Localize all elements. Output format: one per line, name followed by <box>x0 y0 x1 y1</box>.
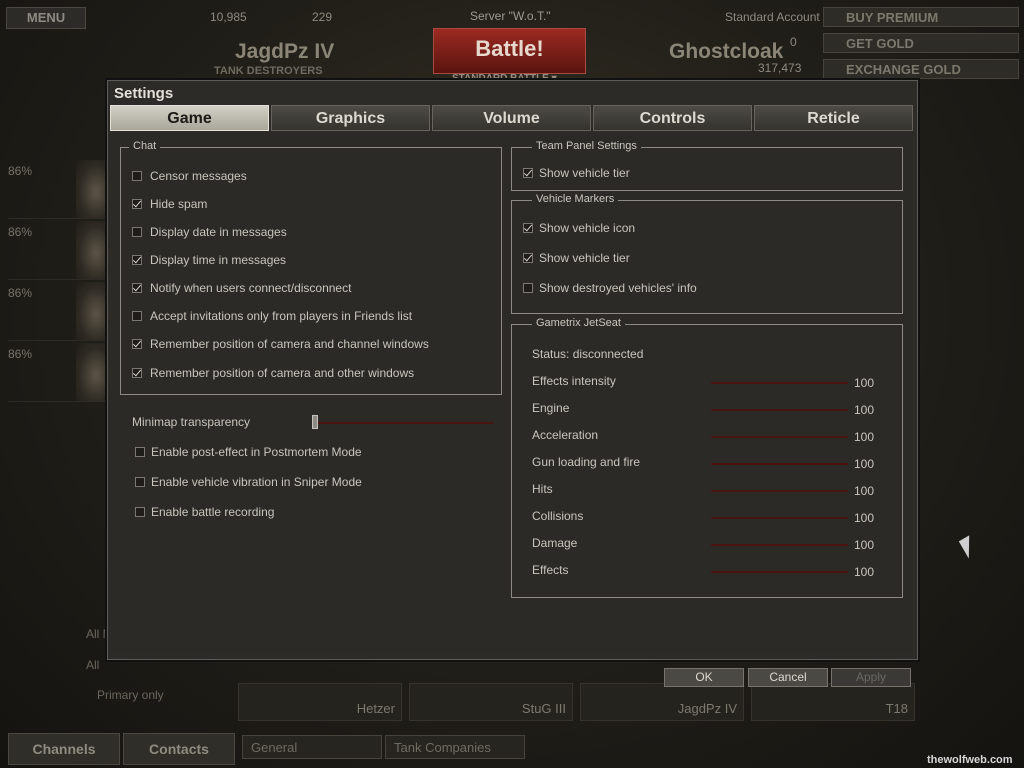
jetseat-slider-label: Damage <box>532 536 578 550</box>
jetseat-slider-label: Collisions <box>532 509 584 523</box>
jetseat-slider[interactable] <box>711 463 848 465</box>
jetseat-slider[interactable] <box>711 571 848 573</box>
tab-graphics[interactable]: Graphics <box>271 105 430 131</box>
jetseat-slider-value: 100 <box>854 457 875 471</box>
carousel-tank[interactable]: JagdPz IV <box>580 683 744 721</box>
jetseat-group-label: Gametrix JetSeat <box>532 317 625 329</box>
watermark: thewolfweb.com <box>927 754 1013 766</box>
apply-button[interactable]: Apply <box>831 668 911 687</box>
crew-member[interactable]: 86% <box>8 221 116 280</box>
vehicle-markers-group: Vehicle Markers Show vehicle icon Show v… <box>511 193 903 314</box>
settings-tabs: Game Graphics Volume Controls Reticle <box>110 105 915 131</box>
sniper-vibration-checkbox[interactable] <box>135 477 145 487</box>
chat-group: Chat Censor messages Hide spam Display d… <box>120 140 502 395</box>
crew-member[interactable]: 86% <box>8 282 116 341</box>
jetseat-slider-label: Effects <box>532 563 569 577</box>
crew-member[interactable]: 86% <box>8 343 116 402</box>
jetseat-slider[interactable] <box>711 382 848 384</box>
server-label: Server "W.o.T." <box>470 9 551 23</box>
jetseat-slider-value: 100 <box>854 430 875 444</box>
censor-messages-checkbox[interactable] <box>132 171 142 181</box>
dialog-title: Settings <box>114 85 174 102</box>
tank-name: JagdPz IV <box>235 40 335 63</box>
silver-amount: 317,473 <box>758 61 802 75</box>
tab-volume[interactable]: Volume <box>432 105 591 131</box>
notify-connect-checkbox[interactable] <box>132 283 142 293</box>
channels-button[interactable]: Channels <box>8 733 120 765</box>
show-vehicle-icon-checkbox[interactable] <box>523 223 533 233</box>
buy-premium-button[interactable]: BUY PREMIUM <box>823 7 1019 27</box>
jetseat-slider-value: 100 <box>854 565 875 579</box>
menu-button[interactable]: MENU <box>6 7 86 29</box>
jetseat-slider[interactable] <box>711 517 848 519</box>
primary-only-filter[interactable]: Primary only <box>97 688 164 702</box>
remember-other-windows-checkbox[interactable] <box>132 368 142 378</box>
markers-show-tier-checkbox[interactable] <box>523 253 533 263</box>
tank-class: TANK DESTROYERS <box>214 65 323 77</box>
jetseat-slider-value: 100 <box>854 376 875 390</box>
jetseat-slider-value: 100 <box>854 511 875 525</box>
game-settings-panel: Chat Censor messages Hide spam Display d… <box>110 133 913 653</box>
ok-button[interactable]: OK <box>664 668 744 687</box>
chat-group-label: Chat <box>129 140 161 152</box>
battle-button[interactable]: Battle! <box>433 28 586 74</box>
tanks-counter: 229 <box>312 10 333 24</box>
minimap-transparency-handle[interactable] <box>312 415 318 429</box>
carousel-tank[interactable]: T18 <box>751 683 915 721</box>
jetseat-slider-label: Engine <box>532 401 570 415</box>
display-time-checkbox[interactable] <box>132 255 142 265</box>
show-destroyed-info-checkbox[interactable] <box>523 283 533 293</box>
jetseat-slider[interactable] <box>711 490 848 492</box>
team-panel-group: Team Panel Settings Show vehicle tier <box>511 140 903 191</box>
jetseat-slider-label: Acceleration <box>532 428 599 442</box>
jetseat-slider-label: Hits <box>532 482 553 496</box>
jetseat-slider-value: 100 <box>854 403 875 417</box>
carousel-tank[interactable]: Hetzer <box>238 683 402 721</box>
get-gold-button[interactable]: GET GOLD <box>823 33 1019 53</box>
jetseat-slider-value: 100 <box>854 538 875 552</box>
friends-invitations-checkbox[interactable] <box>132 311 142 321</box>
jetseat-slider[interactable] <box>711 436 848 438</box>
battle-recording-checkbox[interactable] <box>135 507 145 517</box>
tab-controls[interactable]: Controls <box>593 105 752 131</box>
tab-game[interactable]: Game <box>110 105 269 131</box>
jetseat-slider[interactable] <box>711 544 848 546</box>
minimap-transparency-label: Minimap transparency <box>132 415 251 429</box>
jetseat-group: Gametrix JetSeat Status: disconnected Ef… <box>511 317 903 598</box>
tank-companies-tab[interactable]: Tank Companies <box>385 735 525 759</box>
team-show-tier-checkbox[interactable] <box>523 168 533 178</box>
tab-reticle[interactable]: Reticle <box>754 105 913 131</box>
exchange-gold-button[interactable]: EXCHANGE GOLD <box>823 59 1019 79</box>
cancel-button[interactable]: Cancel <box>748 668 828 687</box>
remember-channel-windows-checkbox[interactable] <box>132 339 142 349</box>
postmortem-effect-checkbox[interactable] <box>135 447 145 457</box>
contacts-button[interactable]: Contacts <box>123 733 235 765</box>
hide-spam-checkbox[interactable] <box>132 199 142 209</box>
jetseat-slider-label: Gun loading and fire <box>532 455 641 469</box>
team-panel-group-label: Team Panel Settings <box>532 140 641 152</box>
display-date-checkbox[interactable] <box>132 227 142 237</box>
account-type: Standard Account <box>725 10 820 24</box>
vehicle-markers-group-label: Vehicle Markers <box>532 193 619 205</box>
credits-counter: 10,985 <box>210 10 247 24</box>
jetseat-slider[interactable] <box>711 409 848 411</box>
settings-dialog: Settings Game Graphics Volume Controls R… <box>107 80 918 687</box>
jetseat-slider-label: Effects intensity <box>532 374 616 388</box>
gold-amount: 0 <box>790 35 797 49</box>
jetseat-slider-value: 100 <box>854 484 875 498</box>
crew-member[interactable]: 86% <box>8 160 116 219</box>
minimap-transparency-slider[interactable] <box>313 422 493 424</box>
type-filter[interactable]: All <box>86 658 99 672</box>
general-channel-tab[interactable]: General <box>242 735 382 759</box>
carousel-tank[interactable]: StuG III <box>409 683 573 721</box>
jetseat-status: Status: disconnected <box>532 347 644 361</box>
